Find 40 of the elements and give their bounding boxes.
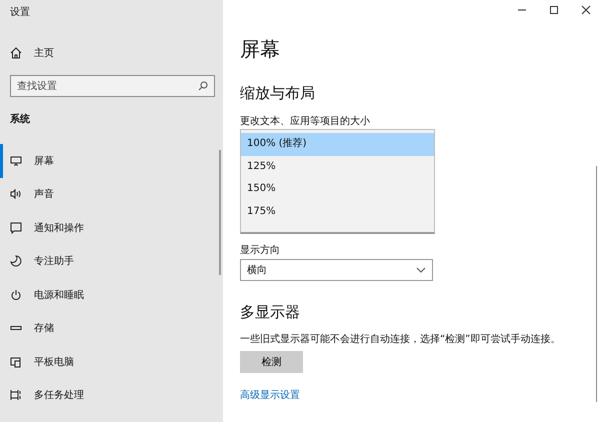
field-label: 显示方向: [240, 244, 281, 257]
dropdown-option[interactable]: 100% (推荐): [241, 133, 434, 156]
section-heading: 系统: [10, 112, 31, 126]
orientation-dropdown[interactable]: 横向: [240, 259, 433, 281]
search-field[interactable]: 查找设置: [10, 75, 215, 97]
nav-item[interactable]: 平板电脑: [0, 345, 215, 378]
section-heading: 多显示器: [240, 303, 301, 323]
power-icon: [10, 288, 22, 301]
nav-item[interactable]: 通知和操作: [0, 211, 215, 244]
search-icon: [198, 81, 208, 91]
home-link[interactable]: 主页: [10, 46, 215, 60]
nav-item[interactable]: 存储: [0, 312, 215, 345]
nav-item[interactable]: 屏幕: [0, 144, 215, 178]
maximize-icon[interactable]: [549, 5, 559, 15]
window-title: 设置: [10, 6, 31, 19]
chevron-icon: [416, 267, 426, 273]
moon-icon: [10, 255, 22, 268]
tablet-icon: [10, 356, 22, 368]
speaker-icon: [10, 188, 22, 200]
detect-button[interactable]: 检测: [240, 351, 303, 373]
section-heading: 缩放与布局: [240, 84, 316, 104]
dropdown-option[interactable]: 175%: [241, 200, 434, 223]
advanced-settings-link[interactable]: 高级显示设置: [240, 388, 300, 402]
scrollbar[interactable]: [596, 166, 597, 402]
nav-item[interactable]: 专注助手: [0, 244, 215, 278]
nav-item[interactable]: 声音: [0, 178, 215, 211]
nav-item[interactable]: 电源和睡眠: [0, 278, 215, 312]
monitor-icon: [10, 154, 22, 167]
home-icon: [10, 47, 22, 59]
message-icon: [10, 222, 22, 234]
dropdown-value: 横向: [247, 264, 267, 277]
nav-item[interactable]: 多任务处理: [0, 378, 215, 412]
multitask-icon: [10, 389, 22, 402]
field-label: 更改文本、应用等项目的大小: [240, 114, 371, 128]
description-text: 一些旧式显示器可能不会进行自动连接，选择“检测”即可尝试手动连接。: [240, 332, 562, 346]
scrollbar[interactable]: [219, 150, 221, 275]
close-icon[interactable]: [581, 5, 591, 15]
dropdown-option[interactable]: 150%: [241, 178, 434, 200]
dropdown-option[interactable]: 125%: [241, 156, 434, 178]
page-title: 屏幕: [240, 36, 281, 63]
